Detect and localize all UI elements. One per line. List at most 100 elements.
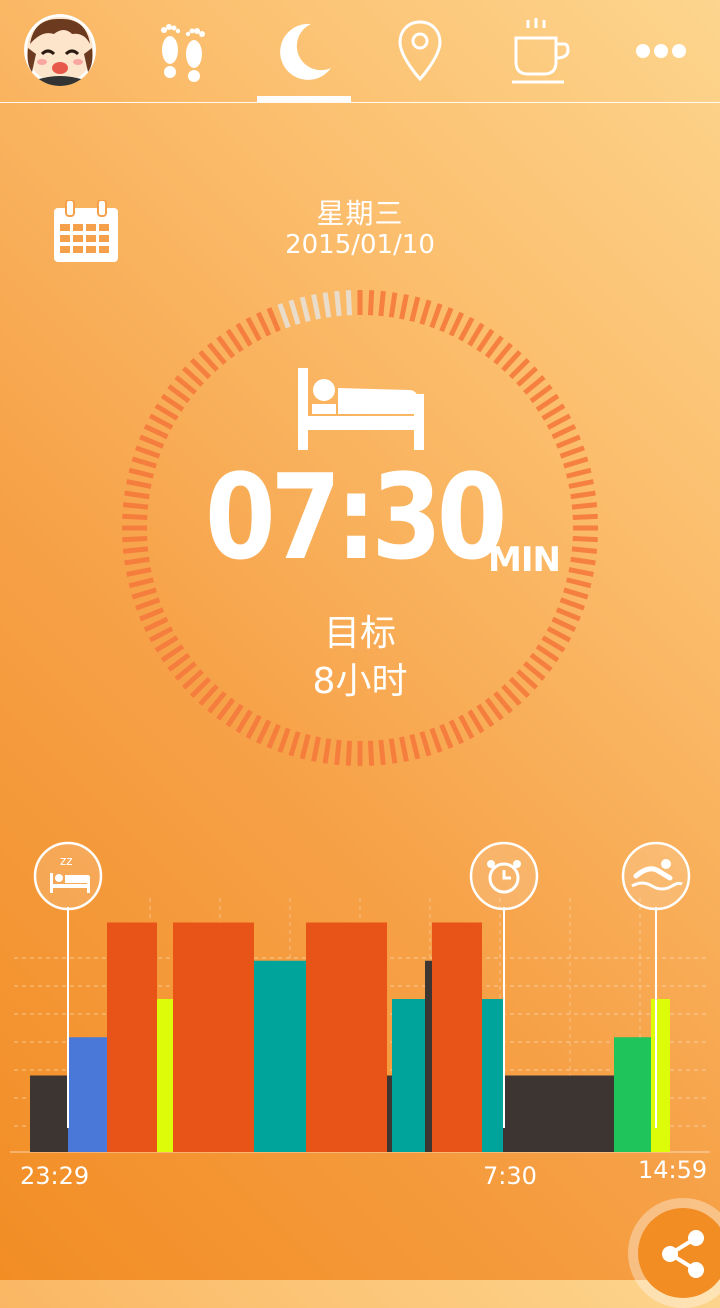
bed-icon (298, 368, 424, 450)
ring-tick (128, 467, 154, 479)
chart-bar (425, 960, 432, 1152)
ring-tick (235, 322, 253, 347)
ring-tick (571, 502, 598, 510)
ring-tick (334, 290, 342, 317)
ring-tick (160, 393, 185, 412)
ring-tick (439, 307, 454, 333)
chart-bar (392, 999, 425, 1152)
ring-tick (122, 502, 149, 510)
ring-tick (154, 403, 179, 421)
ring-tick (378, 739, 386, 766)
ring-tick (476, 328, 495, 353)
ring-tick (255, 311, 272, 337)
ring-tick (225, 328, 244, 353)
ring-tick (572, 513, 598, 521)
ring-tick (124, 490, 150, 500)
ring-tick (409, 734, 421, 760)
alarm-clock-icon (469, 841, 539, 911)
ring-tick (235, 709, 253, 734)
share-icon (662, 1230, 704, 1278)
chart-bar (107, 922, 157, 1152)
ring-tick (322, 738, 332, 764)
ring-tick (546, 413, 572, 430)
ring-tick (124, 556, 150, 566)
ring-tick (135, 445, 161, 459)
ring-tick (551, 423, 577, 440)
sleep-duration: 07:30 (205, 448, 507, 586)
ring-tick (277, 303, 291, 329)
chart-bar (482, 999, 503, 1152)
ring-tick (399, 736, 409, 762)
ring-tick (429, 303, 443, 329)
ring-tick (266, 723, 281, 749)
ring-tick (378, 290, 386, 317)
ring-tick (458, 316, 475, 342)
ring-tick (367, 290, 375, 316)
ring-tick (225, 703, 244, 728)
ring-tick (345, 740, 353, 766)
sleep-bed-icon: zz (33, 841, 103, 911)
ring-tick (399, 294, 409, 320)
chart-bar (30, 1075, 68, 1152)
ring-tick (143, 423, 169, 440)
ring-tick (245, 316, 262, 342)
ring-tick (476, 703, 495, 728)
svg-text:zz: zz (60, 854, 73, 868)
ring-tick (566, 577, 592, 589)
ring-tick (541, 403, 566, 421)
goal-value: 8小时 (312, 661, 408, 702)
ring-tick (535, 393, 560, 412)
chart-bar (614, 1037, 651, 1152)
ring-tick (128, 577, 154, 589)
ring-tick (458, 714, 475, 740)
ring-tick (216, 335, 236, 359)
ring-tick (568, 479, 594, 489)
ring-tick (167, 384, 191, 404)
ring-tick (139, 434, 165, 449)
ring-tick (419, 299, 432, 325)
ring-tick (122, 546, 149, 554)
ring-tick (563, 456, 589, 469)
timeline-start-label: 23:29 (20, 1162, 90, 1190)
ring-tick (467, 322, 485, 347)
ring-tick (529, 384, 553, 404)
ring-tick (367, 740, 375, 766)
chart-bar (157, 999, 173, 1152)
ring-tick (572, 535, 598, 543)
ring-tick (299, 734, 311, 760)
ring-tick (345, 290, 353, 316)
goal-label: 目标 (323, 613, 396, 654)
ring-tick (571, 546, 598, 554)
ring-tick (568, 567, 594, 577)
ring-tick (467, 709, 485, 734)
ring-tick (566, 467, 592, 479)
ring-tick (570, 490, 596, 500)
ring-tick (122, 513, 148, 521)
ring-tick (126, 567, 152, 577)
chart-bar (651, 999, 670, 1152)
chart-bar (306, 922, 387, 1152)
ring-tick (409, 296, 421, 322)
chart-bar (387, 1075, 392, 1152)
ring-tick (334, 739, 342, 766)
ring-tick (255, 719, 272, 745)
ring-tick (388, 292, 398, 318)
chart-bars (30, 922, 670, 1152)
chart-bar (254, 960, 306, 1152)
sleep-duration-unit: MIN (488, 540, 561, 580)
ring-tick (245, 714, 262, 740)
ring-tick (555, 434, 581, 449)
ring-tick (439, 723, 454, 749)
share-button[interactable] (628, 1198, 720, 1308)
ring-tick (563, 587, 589, 600)
ring-tick (570, 556, 596, 566)
timeline-end-label: 14:59 (638, 1156, 708, 1184)
ring-tick (311, 736, 321, 762)
ring-tick (122, 535, 148, 543)
ring-tick (388, 738, 398, 764)
ring-tick (448, 311, 465, 337)
ring-tick (311, 294, 321, 320)
timeline-wake-label: 7:30 (483, 1162, 537, 1190)
ring-tick (288, 731, 301, 757)
ring-tick (448, 719, 465, 745)
